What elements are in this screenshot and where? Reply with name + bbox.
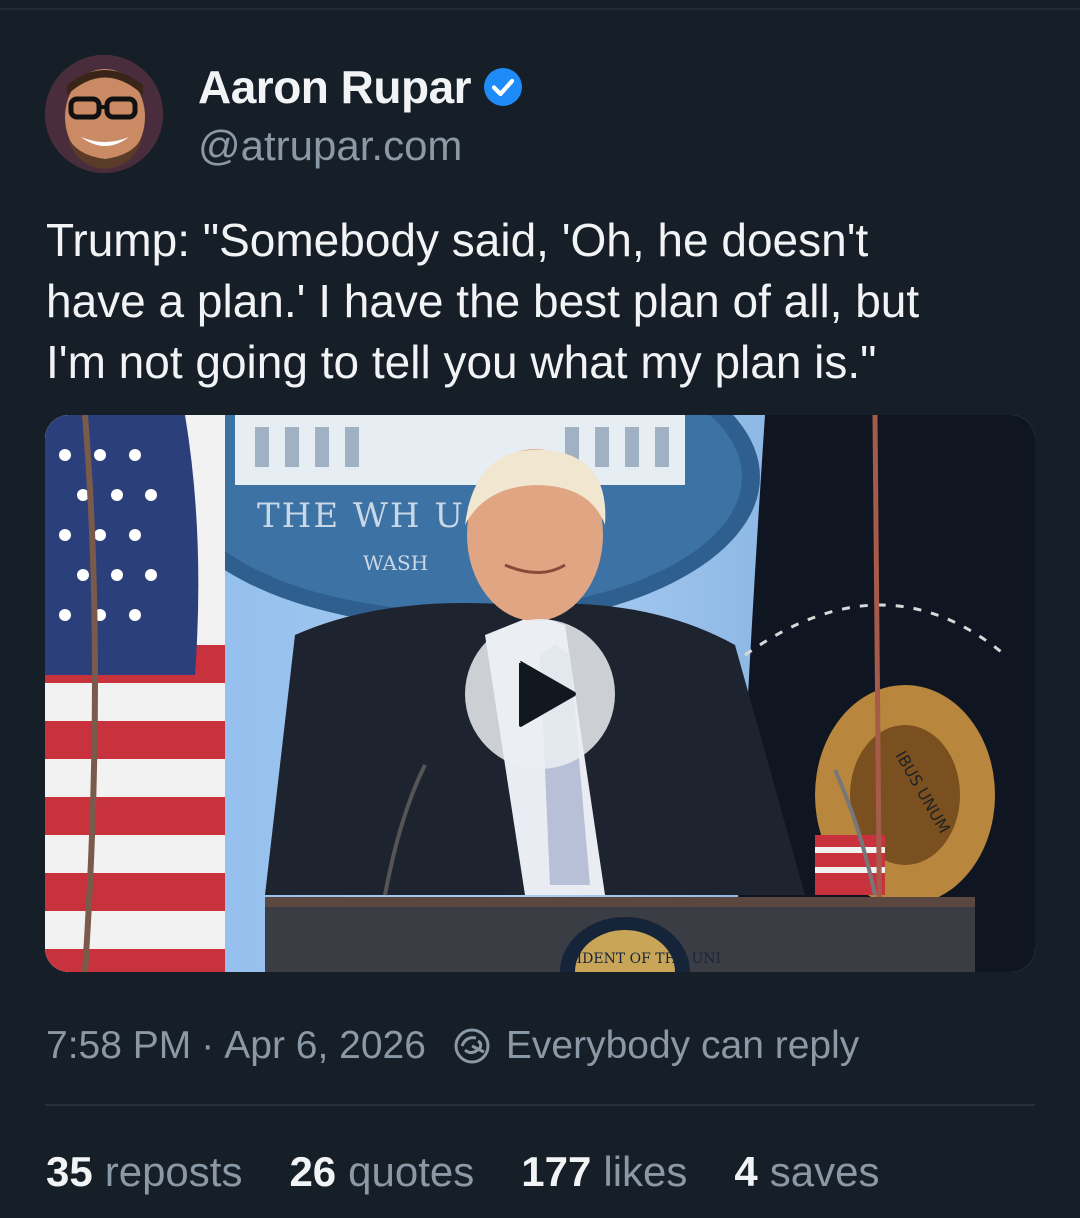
quotes-label[interactable]: quotes [348, 1148, 474, 1195]
reply-setting-icon [454, 1028, 490, 1064]
reply-setting[interactable]: Everybody can reply [452, 1024, 859, 1068]
meta-separator: · [201, 1024, 215, 1067]
top-divider [0, 8, 1080, 10]
author-display-name[interactable]: Aaron Rupar [198, 60, 472, 114]
author-handle[interactable]: @atrupar.com [198, 122, 462, 170]
post-stats: 35 reposts 26 quotes 177 likes 4 saves [46, 1148, 926, 1196]
post-date: Apr 6, 2026 [224, 1024, 426, 1067]
reply-setting-label[interactable]: Everybody can reply [506, 1024, 859, 1068]
reposts-count[interactable]: 35 [46, 1148, 93, 1195]
play-button[interactable] [465, 619, 615, 769]
play-icon [519, 661, 576, 727]
likes-label[interactable]: likes [603, 1148, 687, 1195]
likes-count[interactable]: 177 [521, 1148, 591, 1195]
quotes-count[interactable]: 26 [289, 1148, 336, 1195]
podium-seal-text: SIDENT OF THE UNI [567, 951, 721, 967]
saves-count[interactable]: 4 [734, 1148, 757, 1195]
reposts-label[interactable]: reposts [105, 1148, 243, 1195]
likes-stat[interactable]: 177 likes [521, 1148, 687, 1196]
video-player[interactable]: THE WH USE WASH IBUS UNUM SIDENT OF THE … [45, 415, 1035, 972]
seal-subtext: WASH [363, 551, 428, 575]
quotes-stat[interactable]: 26 quotes [289, 1148, 474, 1196]
avatar-image [45, 55, 163, 173]
post-page: Aaron Rupar @atrupar.com Trump: "Somebod… [0, 0, 1080, 1218]
verified-check-icon[interactable] [483, 67, 523, 107]
author-display-name-row[interactable]: Aaron Rupar [198, 60, 523, 114]
post-text: Trump: "Somebody said, 'Oh, he doesn't h… [46, 214, 920, 388]
avatar[interactable] [45, 55, 163, 173]
post-time: 7:58 PM [46, 1024, 192, 1067]
saves-label[interactable]: saves [770, 1148, 880, 1195]
reposts-stat[interactable]: 35 reposts [46, 1148, 242, 1196]
post-meta: 7:58 PM · Apr 6, 2026 Everybody can repl… [46, 1024, 859, 1068]
stats-divider [45, 1104, 1035, 1106]
saves-stat[interactable]: 4 saves [734, 1148, 879, 1196]
